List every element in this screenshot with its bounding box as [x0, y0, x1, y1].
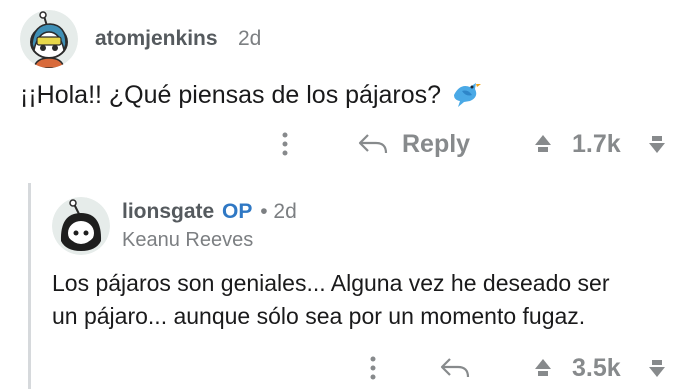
comment-username[interactable]: lionsgate: [122, 200, 214, 223]
downvote-arrow-icon: [649, 136, 665, 153]
downvote-button[interactable]: [647, 357, 667, 379]
reply-button[interactable]: Reply: [358, 128, 470, 160]
comment-header: lionsgate OP • 2d: [122, 200, 297, 224]
avatar[interactable]: [52, 197, 110, 255]
upvote-button[interactable]: [533, 133, 553, 155]
vote-score: 1.7k: [572, 129, 621, 158]
user-flair: Keanu Reeves: [122, 229, 254, 251]
comment-age: 2d: [238, 27, 262, 50]
bird-icon: [450, 75, 484, 116]
comment-text: un pájaro... aunque sólo sea por un mome…: [52, 303, 586, 329]
thread-line[interactable]: [28, 183, 31, 389]
reply-label: Reply: [402, 129, 471, 158]
downvote-arrow-icon: [649, 360, 665, 377]
downvote-button[interactable]: [647, 133, 667, 155]
reply-button[interactable]: [440, 357, 470, 379]
comment-body: ¡¡Hola!! ¿Qué piensas de los pájaros?: [20, 75, 484, 116]
upvote-arrow-icon: [535, 359, 551, 376]
more-dots-icon: [370, 356, 376, 380]
upvote-button[interactable]: [533, 357, 553, 379]
comment-text: ¡¡Hola!! ¿Qué piensas de los pájaros?: [20, 81, 442, 109]
op-badge: OP: [222, 200, 253, 223]
reply-arrow-icon: [440, 358, 470, 378]
comment-age: 2d: [273, 200, 297, 223]
vote-score: 3.5k: [572, 353, 621, 382]
more-options-button[interactable]: [275, 128, 295, 160]
comment-username[interactable]: atomjenkins: [95, 27, 218, 51]
comment-text: Los pájaros son geniales... Alguna vez h…: [52, 270, 610, 296]
avatar[interactable]: [20, 10, 78, 68]
upvote-arrow-icon: [535, 135, 551, 152]
separator-dot: •: [260, 200, 268, 223]
more-dots-icon: [282, 132, 288, 156]
reply-arrow-icon: [358, 134, 388, 154]
more-options-button[interactable]: [363, 352, 383, 384]
